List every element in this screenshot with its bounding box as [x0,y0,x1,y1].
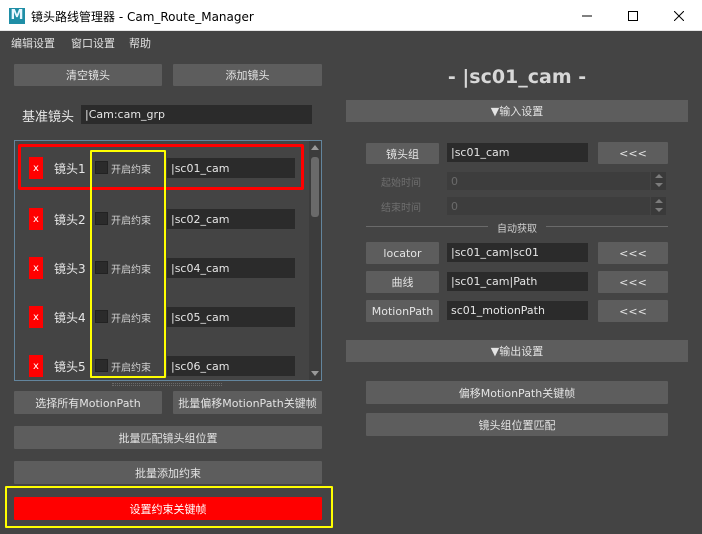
select-all-motionpath-button[interactable]: 选择所有MotionPath [14,391,162,414]
motionpath-button[interactable]: MotionPath [366,300,439,322]
window-title: 镜头路线管理器 - Cam_Route_Manager [31,10,254,24]
delete-camera-button[interactable]: x [29,257,43,279]
curve-pick-button[interactable]: <<< [598,271,668,293]
end-time-field[interactable]: 0 [447,197,650,215]
camera-group-field[interactable]: |sc01_cam [447,143,588,162]
motionpath-pick-button[interactable]: <<< [598,300,668,322]
close-icon [674,10,684,21]
output-settings-header[interactable]: ▼输出设置 [346,340,688,362]
match-group-position-button[interactable]: 镜头组位置匹配 [366,413,668,436]
batch-offset-motionpath-button[interactable]: 批量偏移MotionPath关键帧 [173,391,322,414]
batch-match-group-button[interactable]: 批量匹配镜头组位置 [14,426,322,449]
set-constraint-keyframe-button[interactable]: 设置约束关键帧 [14,497,322,520]
motionpath-field[interactable]: sc01_motionPath [447,301,588,320]
curve-field[interactable]: |sc01_cam|Path [447,272,588,291]
camera-label: 镜头4 [54,311,86,325]
auto-fetch-label: 自动获取 [497,224,537,235]
add-camera-button[interactable]: 添加镜头 [173,64,322,86]
curve-button[interactable]: 曲线 [366,271,439,293]
minimize-icon [582,15,592,16]
close-button[interactable] [656,0,702,31]
menu-bar: 编辑设置 窗口设置 帮助 [0,31,702,53]
end-time-spinner[interactable] [651,197,666,215]
camera-group-pick-button[interactable]: <<< [598,142,668,164]
camera-field[interactable]: |sc02_cam [167,209,295,229]
offset-motionpath-keys-button[interactable]: 偏移MotionPath关键帧 [366,381,668,404]
maya-app-icon: M [9,8,25,24]
start-time-label: 起始时间 [381,178,421,189]
maximize-button[interactable] [610,0,656,31]
camera-label: 镜头2 [54,213,86,227]
camera-field[interactable]: |sc05_cam [167,307,295,327]
delete-camera-button[interactable]: x [29,355,43,377]
maximize-icon [628,10,638,21]
base-camera-field[interactable]: |Cam:cam_grp [81,105,312,124]
camera-label: 镜头5 [54,360,86,374]
locator-field[interactable]: |sc01_cam|sc01 [447,243,588,262]
camera-field[interactable]: |sc06_cam [167,356,295,376]
locator-button[interactable]: locator [366,242,439,264]
batch-add-constraint-button[interactable]: 批量添加约束 [14,461,322,484]
camera-label: 镜头3 [54,262,86,276]
start-time-spinner[interactable] [651,172,666,190]
pane-splitter[interactable] [112,383,222,386]
menu-edit-settings[interactable]: 编辑设置 [11,35,55,51]
list-scrollbar[interactable] [309,141,321,380]
scroll-thumb[interactable] [311,157,319,217]
clear-cameras-button[interactable]: 清空镜头 [14,64,162,86]
locator-pick-button[interactable]: <<< [598,242,668,264]
divider [366,226,488,227]
delete-camera-button[interactable]: x [29,208,43,230]
camera-group-button[interactable]: 镜头组 [366,143,439,164]
end-time-label: 结束时间 [381,203,421,214]
camera-field[interactable]: |sc04_cam [167,258,295,278]
menu-window-settings[interactable]: 窗口设置 [71,35,115,51]
menu-help[interactable]: 帮助 [129,35,151,51]
scroll-down-icon[interactable] [311,371,319,376]
scroll-up-icon[interactable] [311,145,319,150]
input-settings-header[interactable]: ▼输入设置 [346,100,688,122]
highlight-yellow-box [90,150,166,378]
divider [546,226,668,227]
delete-camera-button[interactable]: x [29,306,43,328]
title-bar: M 镜头路线管理器 - Cam_Route_Manager [0,0,702,31]
base-camera-label: 基准镜头 [22,110,75,125]
start-time-field[interactable]: 0 [447,172,650,190]
current-camera-title: - |sc01_cam - [447,66,587,88]
minimize-button[interactable] [564,0,610,31]
